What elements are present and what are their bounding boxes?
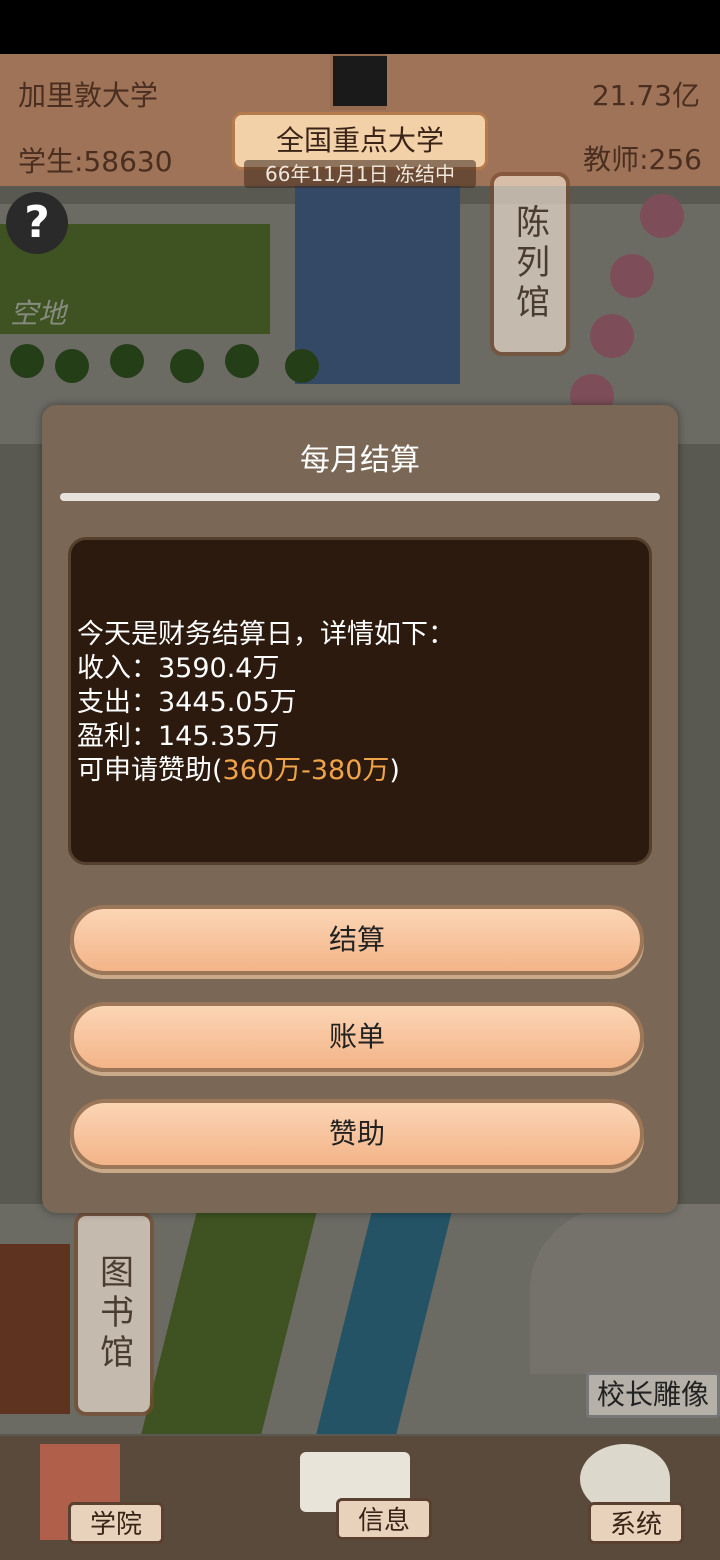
sponsor-prefix: 可申请赞助( bbox=[77, 755, 223, 786]
tab-system[interactable]: 系统 bbox=[588, 1502, 684, 1544]
building-icon bbox=[333, 56, 387, 106]
monthly-settlement-dialog: 每月结算 今天是财务结算日，详情如下： 收入：3590.4万 支出：3445.0… bbox=[42, 405, 678, 1213]
funds-value: 21.73亿 bbox=[591, 79, 700, 112]
dialog-divider bbox=[60, 493, 660, 501]
bottom-nav: 学院 信息 系统 bbox=[0, 1436, 720, 1560]
tab-info[interactable]: 信息 bbox=[336, 1498, 432, 1540]
sponsor-range-high: 380万 bbox=[310, 755, 390, 786]
intro-line: 今天是财务结算日，详情如下： bbox=[77, 619, 455, 650]
sponsor-dash: - bbox=[301, 755, 311, 786]
dialog-title: 每月结算 bbox=[300, 443, 420, 478]
settle-button[interactable]: 结算 bbox=[70, 905, 644, 975]
sponsor-suffix: ) bbox=[389, 755, 400, 786]
settlement-details: 今天是财务结算日，详情如下： 收入：3590.4万 支出：3445.05万 盈利… bbox=[68, 537, 652, 865]
top-header: 加里敦大学 21.73亿 学生:58630 教师:256 全国重点大学 66年1… bbox=[0, 54, 720, 188]
bill-button[interactable]: 账单 bbox=[70, 1002, 644, 1072]
library-sign[interactable]: 图书馆 bbox=[74, 1212, 154, 1416]
tab-college[interactable]: 学院 bbox=[68, 1502, 164, 1544]
sponsor-range-low: 360万 bbox=[222, 755, 302, 786]
principal-statue-sign[interactable]: 校长雕像 bbox=[586, 1372, 720, 1418]
profit-line: 盈利：145.35万 bbox=[77, 721, 280, 752]
game-date: 66年11月1日 冻结中 bbox=[244, 160, 476, 188]
sponsor-line: 可申请赞助(360万-380万) bbox=[77, 754, 643, 788]
teacher-count: 教师:256 bbox=[583, 143, 702, 176]
help-button[interactable]: ? bbox=[6, 192, 68, 254]
university-name: 加里敦大学 bbox=[18, 79, 159, 112]
sponsor-button[interactable]: 赞助 bbox=[70, 1099, 644, 1169]
student-count: 学生:58630 bbox=[18, 145, 173, 178]
income-line: 收入：3590.4万 bbox=[77, 653, 280, 684]
exhibition-hall-sign[interactable]: 陈列馆 bbox=[490, 172, 570, 356]
status-bar bbox=[0, 0, 720, 54]
expense-line: 支出：3445.05万 bbox=[77, 687, 297, 718]
